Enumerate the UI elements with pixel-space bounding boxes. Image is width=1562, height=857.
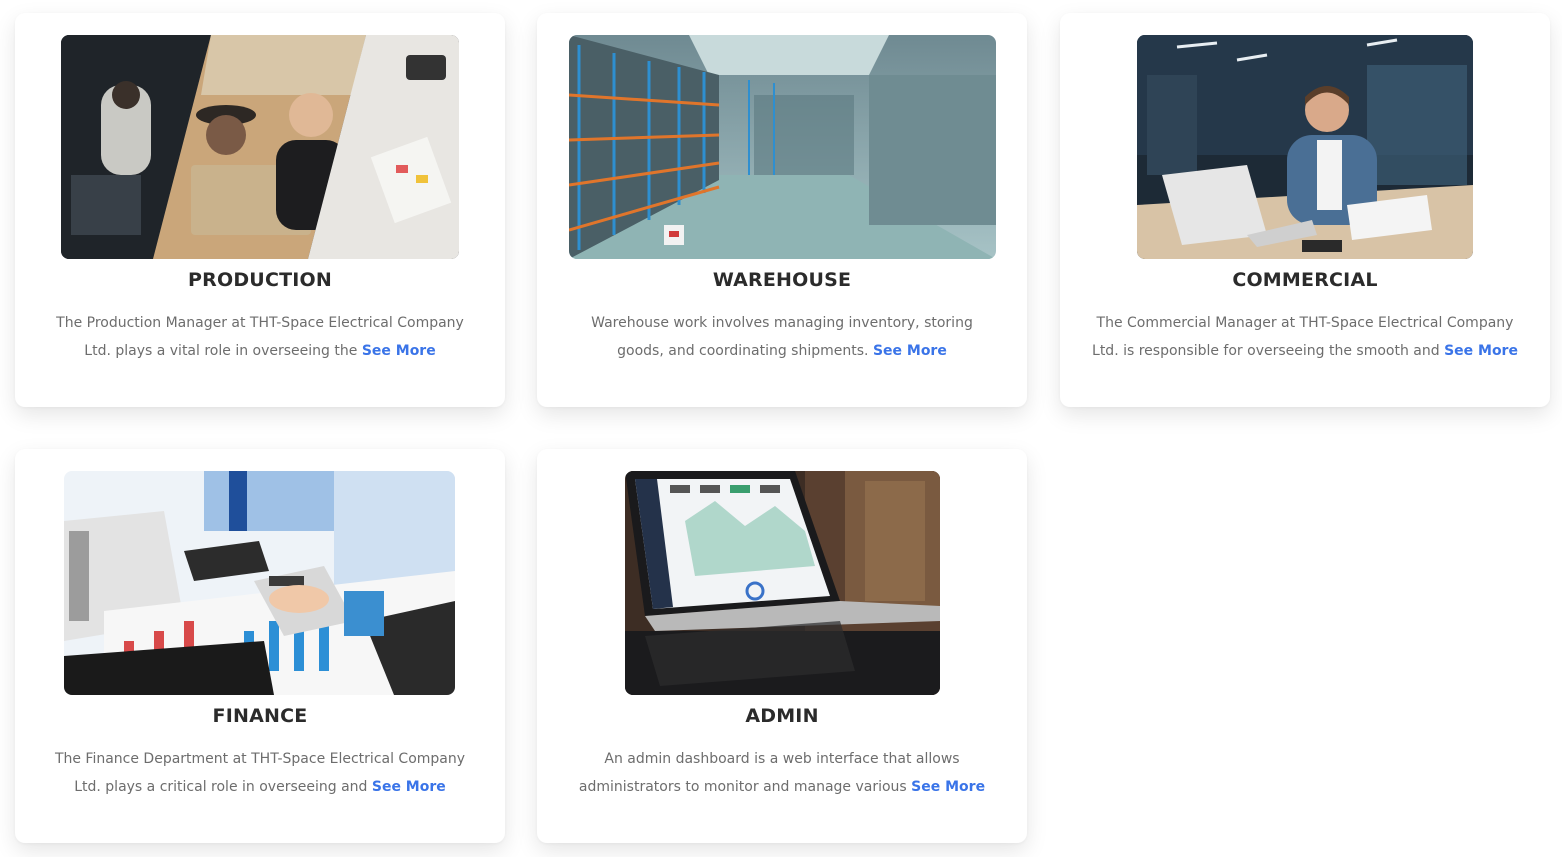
dashboard-laptop-image xyxy=(625,471,940,695)
see-more-link[interactable]: See More xyxy=(911,779,985,795)
finance-charts-image xyxy=(64,471,455,695)
team-collage-image xyxy=(61,35,459,259)
see-more-link[interactable]: See More xyxy=(1444,343,1518,359)
card-commercial: COMMERCIAL The Commercial Manager at THT… xyxy=(1060,13,1550,407)
card-title: WAREHOUSE xyxy=(712,269,852,291)
card-admin: ADMIN An admin dashboard is a web interf… xyxy=(537,449,1027,843)
card-description: An admin dashboard is a web interface th… xyxy=(567,745,997,801)
card-title: ADMIN xyxy=(745,705,819,727)
card-description: The Finance Department at THT-Space Elec… xyxy=(45,745,475,801)
card-description: Warehouse work involves managing invento… xyxy=(567,309,997,365)
card-production: PRODUCTION The Production Manager at THT… xyxy=(15,13,505,407)
card-description: The Commercial Manager at THT-Space Elec… xyxy=(1090,309,1520,365)
see-more-link[interactable]: See More xyxy=(372,779,446,795)
card-title: PRODUCTION xyxy=(188,269,332,291)
warehouse-image xyxy=(569,35,996,259)
card-description: The Production Manager at THT-Space Elec… xyxy=(45,309,475,365)
card-finance: FINANCE The Finance Department at THT-Sp… xyxy=(15,449,505,843)
see-more-link[interactable]: See More xyxy=(873,343,947,359)
laptop-office-image xyxy=(1137,35,1473,259)
card-title: FINANCE xyxy=(212,705,308,727)
description-text: An admin dashboard is a web interface th… xyxy=(578,751,960,795)
card-warehouse: WAREHOUSE Warehouse work involves managi… xyxy=(537,13,1027,407)
card-title: COMMERCIAL xyxy=(1232,269,1378,291)
see-more-link[interactable]: See More xyxy=(362,343,436,359)
department-grid: PRODUCTION The Production Manager at THT… xyxy=(0,0,1562,857)
